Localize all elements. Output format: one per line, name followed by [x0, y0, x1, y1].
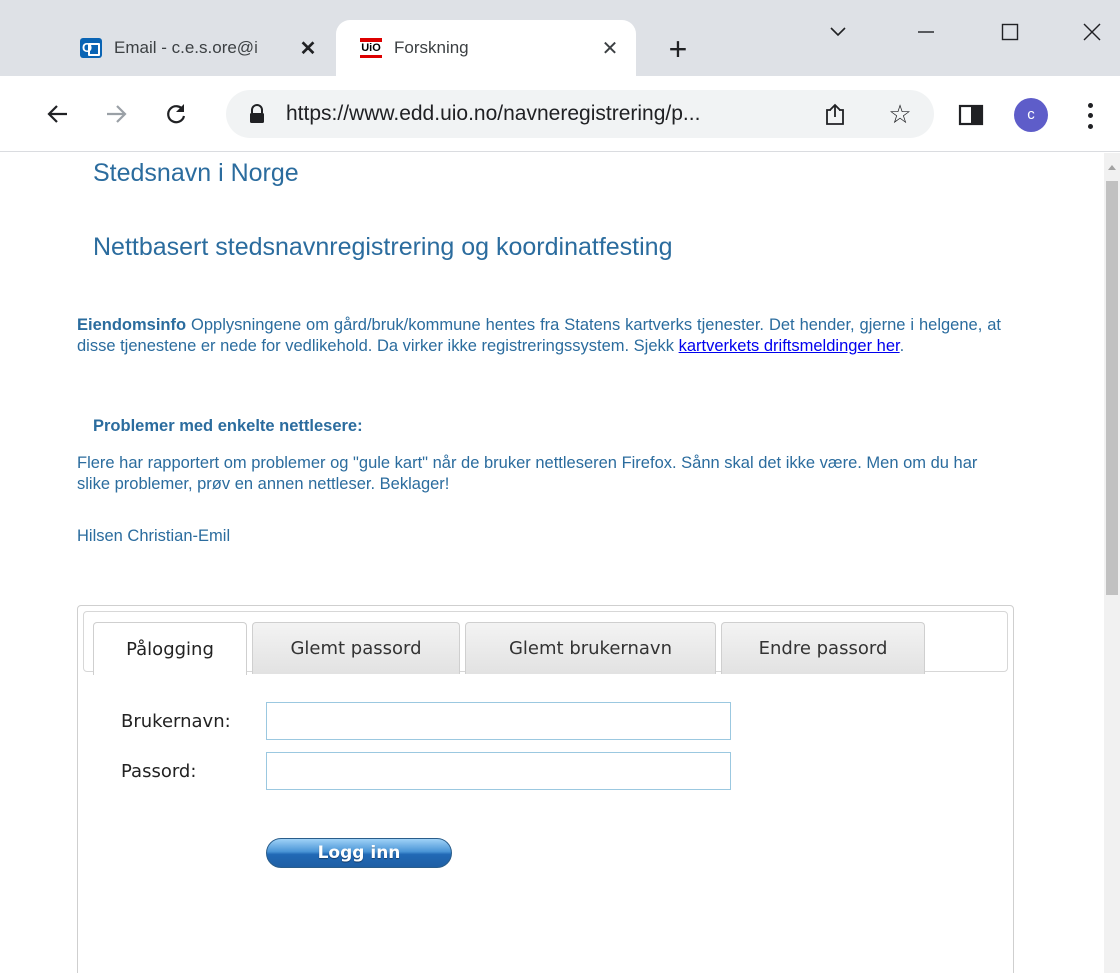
tab-search-chevron-icon[interactable] [816, 14, 860, 50]
tab-glemt-brukernavn[interactable]: Glemt brukernavn [465, 622, 716, 674]
bookmark-star-icon[interactable]: ☆ [886, 100, 914, 128]
notice-paragraph: Eiendomsinfo Opplysningene om gård/bruk/… [77, 315, 1001, 357]
browser-toolbar: https://www.edd.uio.no/navneregistrering… [0, 76, 1120, 152]
minimize-icon[interactable] [904, 14, 948, 50]
close-icon[interactable]: ✕ [598, 36, 622, 60]
notice-end: . [899, 337, 905, 355]
browser-tab-strip: Email - c.e.s.ore@i ✕ UiO Forskning ✕ + [0, 0, 1120, 76]
login-tab-bar: Pålogging Glemt passord Glemt brukernavn… [83, 611, 1008, 675]
password-label: Passord: [121, 761, 197, 782]
password-input[interactable] [266, 752, 731, 790]
new-tab-plus-icon[interactable]: + [662, 33, 694, 66]
tab-glemt-passord[interactable]: Glemt passord [252, 622, 460, 674]
browser-menu-icon[interactable] [1082, 100, 1098, 132]
vertical-scrollbar[interactable] [1104, 153, 1120, 973]
back-arrow-icon[interactable] [38, 94, 78, 134]
maximize-icon[interactable] [988, 14, 1032, 50]
browser-tab-email[interactable]: Email - c.e.s.ore@i ✕ [52, 20, 334, 76]
tab-endre-passord[interactable]: Endre passord [721, 622, 925, 674]
problems-text: Flere har rapportert om problemer og "gu… [77, 454, 978, 493]
uio-icon: UiO [360, 37, 382, 59]
browser-tab-forskning[interactable]: UiO Forskning ✕ [336, 20, 636, 76]
side-panel-icon[interactable] [958, 104, 984, 126]
profile-avatar[interactable]: c [1014, 98, 1048, 132]
username-label: Brukernavn: [121, 711, 231, 732]
forward-arrow-icon[interactable] [96, 94, 136, 134]
username-input[interactable] [266, 702, 731, 740]
scroll-up-arrow-icon[interactable] [1108, 165, 1116, 170]
login-panel: Pålogging Glemt passord Glemt brukernavn… [77, 605, 1014, 973]
lock-icon[interactable] [248, 104, 266, 124]
driftsmeldinger-link[interactable]: kartverkets driftsmeldinger her [679, 337, 900, 355]
window-close-icon[interactable] [1070, 14, 1114, 50]
share-icon[interactable] [822, 102, 848, 128]
problems-heading: Problemer med enkelte nettlesere: [93, 417, 363, 435]
scrollbar-thumb[interactable] [1106, 181, 1118, 595]
tab-title: Forskning [394, 38, 469, 57]
url-text[interactable]: https://www.edd.uio.no/navneregistrering… [286, 102, 826, 126]
page-viewport: Stedsnavn i Norge Nettbasert stedsnavnre… [0, 153, 1104, 973]
address-bar[interactable]: https://www.edd.uio.no/navneregistrering… [226, 90, 934, 138]
page-subtitle: Nettbasert stedsnavnregistrering og koor… [93, 233, 673, 261]
notice-label: Eiendomsinfo [77, 316, 187, 334]
outlook-icon [80, 37, 102, 59]
page-title: Stedsnavn i Norge [93, 159, 299, 187]
tab-palogging[interactable]: Pålogging [93, 622, 247, 675]
greeting-text: Hilsen Christian-Emil [77, 527, 231, 545]
reload-icon[interactable] [156, 94, 196, 134]
login-button[interactable]: Logg inn [266, 838, 452, 868]
close-icon[interactable]: ✕ [296, 36, 320, 60]
tab-title: Email - c.e.s.ore@i [114, 38, 258, 57]
